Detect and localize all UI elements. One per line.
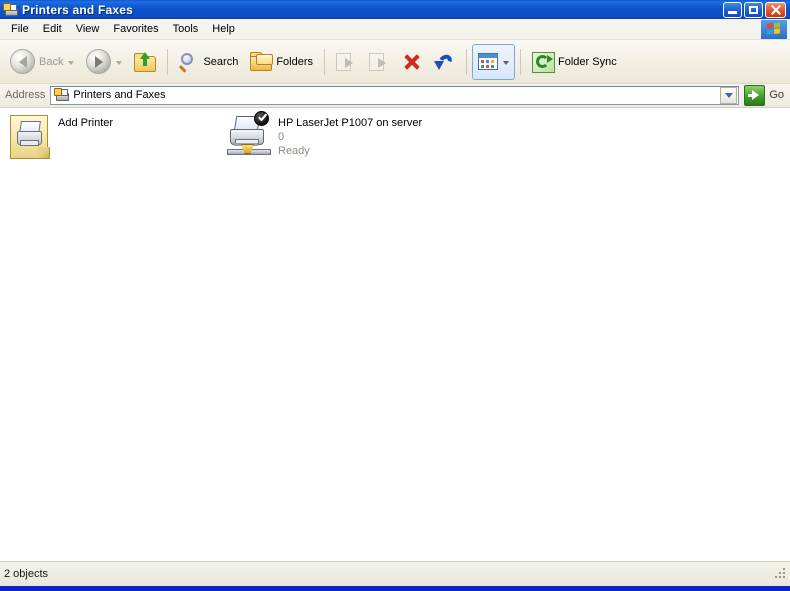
printers-list[interactable]: Add Printer HP LaserJet P1007 on server … bbox=[0, 108, 790, 561]
forward-dropdown-icon[interactable] bbox=[116, 60, 123, 65]
go-arrow-icon bbox=[744, 84, 766, 106]
address-bar: Address Printers and Faxes Go bbox=[0, 84, 790, 108]
folder-sync-label: Folder Sync bbox=[558, 55, 617, 68]
toolbar-separator bbox=[167, 48, 169, 75]
move-to-button[interactable] bbox=[330, 44, 363, 80]
toolbar-separator-2 bbox=[324, 48, 326, 75]
maximize-button[interactable] bbox=[744, 1, 763, 18]
go-button[interactable]: Go bbox=[739, 84, 788, 106]
address-value: Printers and Faxes bbox=[73, 89, 166, 101]
go-label: Go bbox=[769, 89, 784, 101]
views-dropdown-icon[interactable] bbox=[503, 60, 510, 65]
toolbar-separator-4 bbox=[520, 48, 522, 75]
menu-file[interactable]: File bbox=[4, 21, 36, 37]
toolbar: Back Search Folders Folder Sync bbox=[0, 40, 790, 84]
search-icon bbox=[179, 52, 199, 73]
add-printer-label: Add Printer bbox=[58, 117, 114, 129]
back-arrow-icon bbox=[10, 49, 35, 74]
list-item-hp-laserjet[interactable]: HP LaserJet P1007 on server 0 Ready bbox=[224, 111, 422, 161]
delete-x-icon bbox=[402, 52, 422, 72]
list-item-add-printer[interactable]: Add Printer bbox=[8, 113, 113, 161]
chevron-down-icon bbox=[724, 92, 733, 98]
copy-to-folder-icon bbox=[369, 52, 390, 71]
folders-label: Folders bbox=[276, 55, 314, 68]
menu-bar: File Edit View Favorites Tools Help bbox=[0, 19, 790, 40]
back-dropdown-icon[interactable] bbox=[68, 60, 75, 65]
hp-laserjet-queue-count: 0 bbox=[278, 131, 285, 143]
forward-button[interactable] bbox=[80, 44, 128, 80]
status-panel: 2 objects bbox=[0, 566, 774, 582]
folders-button[interactable]: Folders bbox=[244, 44, 319, 80]
move-to-folder-icon bbox=[336, 52, 357, 71]
views-icon bbox=[478, 53, 499, 70]
address-label: Address bbox=[5, 89, 46, 101]
add-printer-labels: Add Printer bbox=[58, 113, 113, 130]
folder-sync-button[interactable]: Folder Sync bbox=[526, 44, 623, 80]
window-controls bbox=[723, 1, 788, 18]
delete-button[interactable] bbox=[396, 44, 428, 80]
search-button[interactable]: Search bbox=[173, 44, 244, 80]
window-title: Printers and Faxes bbox=[22, 2, 133, 17]
address-input[interactable]: Printers and Faxes bbox=[50, 85, 740, 105]
back-button[interactable]: Back bbox=[4, 44, 80, 80]
windows-flag-icon[interactable] bbox=[761, 19, 787, 39]
forward-arrow-icon bbox=[86, 49, 112, 74]
default-printer-check-icon bbox=[254, 111, 269, 126]
network-printer-icon bbox=[224, 111, 272, 161]
title-bar: Printers and Faxes bbox=[0, 0, 790, 19]
status-bar: 2 objects bbox=[0, 561, 790, 586]
object-count-label: 2 objects bbox=[4, 568, 49, 580]
address-dropdown-button[interactable] bbox=[720, 86, 738, 104]
hp-laserjet-labels: HP LaserJet P1007 on server 0 Ready bbox=[278, 113, 422, 158]
minimize-button[interactable] bbox=[723, 1, 742, 18]
hp-laserjet-name: HP LaserJet P1007 on server bbox=[278, 117, 423, 129]
window-printer-icon bbox=[3, 2, 18, 17]
close-button[interactable] bbox=[765, 1, 786, 18]
add-printer-icon bbox=[8, 113, 52, 161]
menu-view[interactable]: View bbox=[69, 21, 107, 37]
back-label: Back bbox=[39, 55, 64, 68]
up-folder-icon bbox=[134, 51, 157, 72]
folders-icon bbox=[250, 52, 274, 71]
resize-grip-icon[interactable] bbox=[774, 567, 788, 581]
menu-tools[interactable]: Tools bbox=[166, 21, 206, 37]
menu-favorites[interactable]: Favorites bbox=[106, 21, 165, 37]
hp-laserjet-status: Ready bbox=[278, 145, 310, 157]
undo-button[interactable] bbox=[428, 44, 461, 80]
menu-help[interactable]: Help bbox=[205, 21, 242, 37]
search-label: Search bbox=[203, 55, 239, 68]
printer-folder-icon bbox=[54, 88, 70, 102]
undo-arrow-icon bbox=[434, 52, 455, 72]
toolbar-separator-3 bbox=[466, 48, 468, 75]
menu-edit[interactable]: Edit bbox=[36, 21, 69, 37]
copy-to-button[interactable] bbox=[363, 44, 396, 80]
folder-sync-icon bbox=[532, 51, 556, 73]
views-button[interactable] bbox=[472, 43, 516, 80]
printers-and-faxes-window: Printers and Faxes File Edit View Favori… bbox=[0, 0, 790, 591]
up-button[interactable] bbox=[128, 44, 162, 80]
